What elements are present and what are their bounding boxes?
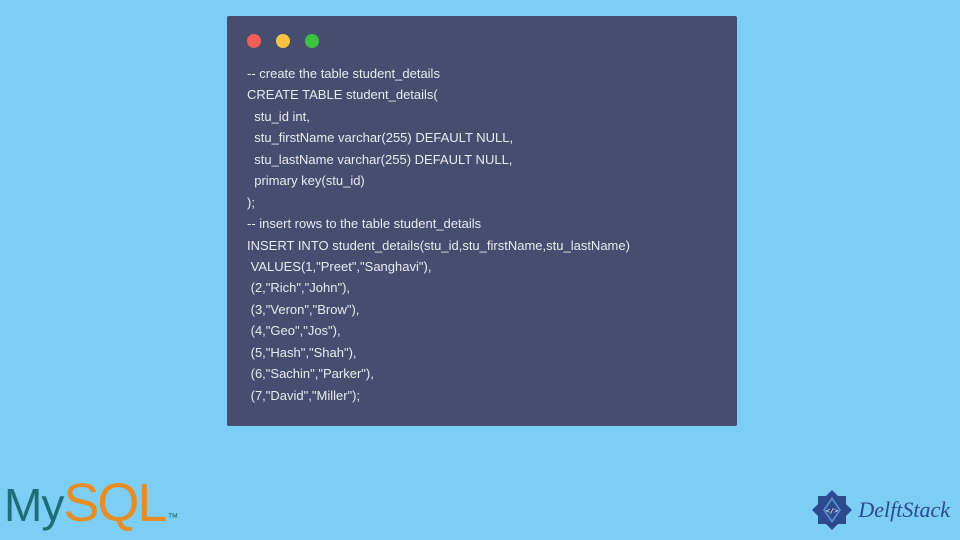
minimize-icon (276, 34, 290, 48)
mysql-logo-part2: SQL (63, 472, 165, 534)
delftstack-logo: </> DelftStack (810, 488, 950, 532)
mysql-logo: MySQL™ (4, 472, 178, 534)
mysql-logo-part1: My (4, 478, 63, 532)
window-controls (227, 16, 737, 63)
code-content: -- create the table student_details CREA… (227, 63, 737, 406)
delftstack-icon: </> (810, 488, 854, 532)
delftstack-text: DelftStack (858, 497, 950, 523)
svg-text:</>: </> (826, 507, 839, 515)
maximize-icon (305, 34, 319, 48)
close-icon (247, 34, 261, 48)
mysql-logo-tm: ™ (167, 512, 178, 524)
code-window: -- create the table student_details CREA… (227, 16, 737, 426)
